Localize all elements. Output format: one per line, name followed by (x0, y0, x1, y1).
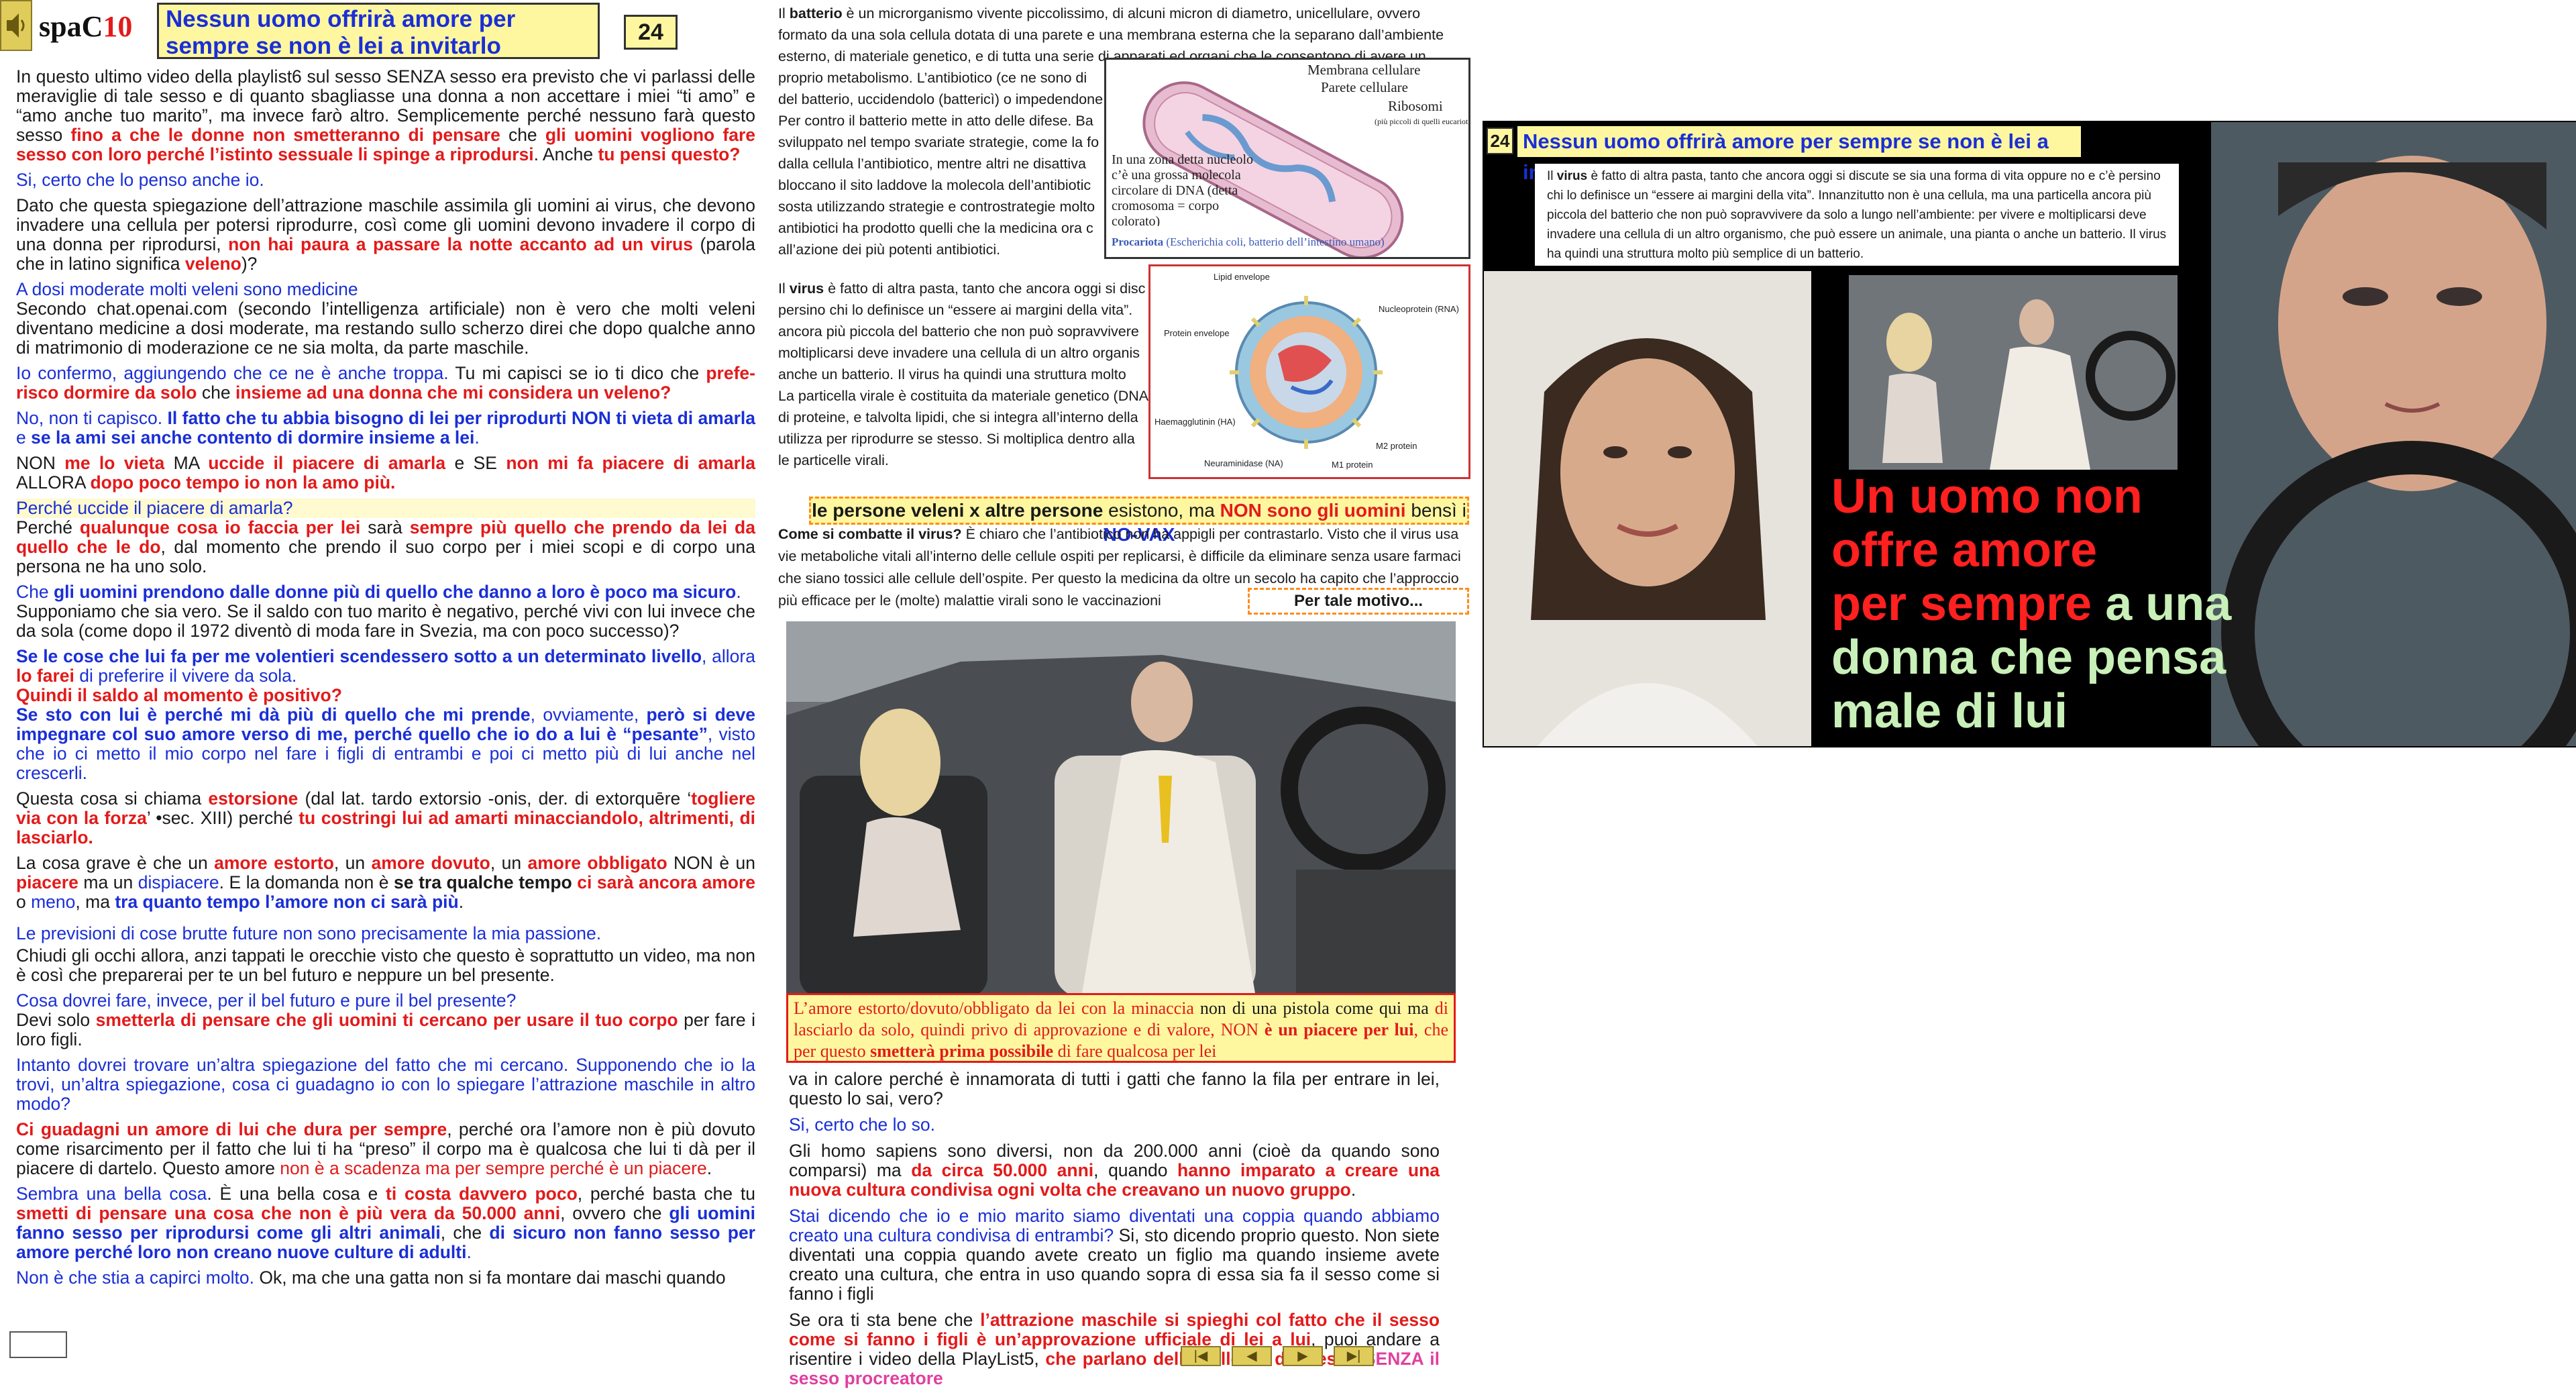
thumbnail-title: Nessun uomo offrirà amore per sempre se … (1517, 126, 2081, 184)
paragraph: Stai dicendo che io e mio marito siamo d… (789, 1206, 1440, 1304)
thumbnail-slogan: Un uomo non offre amore per sempre a una… (1831, 470, 2232, 738)
paragraph: Che gli uomini prendono dalle donne più … (16, 582, 741, 602)
page-title: Nessun uomo offrirà amore per sempre se … (157, 3, 600, 59)
paragraph: Questa cosa si chiama estorsione (dal la… (16, 788, 756, 847)
bacterium-label: Membrana cellulare (1307, 62, 1421, 78)
thumbnail-woman-photo (1484, 271, 1811, 746)
paragraph: Se sto con lui è perché mi dà più di que… (16, 705, 756, 783)
speaker-icon[interactable] (0, 0, 32, 51)
virus-label: Lipid envelope (1214, 272, 1270, 282)
car-scene-image (786, 621, 1456, 997)
paragraph: Non è che stia a capirci molto. Ok, ma c… (16, 1268, 726, 1288)
navigation-bar: |◀ ◀ ▶ ▶| (1181, 1345, 1409, 1367)
paragraph: va in calore perché è innamorata di tutt… (789, 1069, 1440, 1108)
paragraph: Io confermo, aggiungendo che ce ne è anc… (16, 363, 755, 403)
paragraph: Quindi il saldo al momento è positivo? (16, 685, 342, 705)
thumbnail-page-number: 24 (1487, 127, 1513, 154)
bacterium-diagram: Membrana cellulare Parete cellulare Ribo… (1104, 58, 1473, 260)
paragraph: Ci guadagni un amore di lui che dura per… (16, 1119, 755, 1178)
paragraph: Supponiamo che sia vero. Se il saldo con… (16, 601, 755, 641)
paragraph: Se le cose che lui fa per me volentieri … (16, 646, 755, 686)
paragraph: Cosa dovrei fare, invece, per il bel fut… (16, 990, 517, 1011)
paragraph: No, non ti capisco. Il fatto che tu abbi… (16, 408, 756, 448)
tale-motivo-link[interactable]: Per tale motivo... (1248, 588, 1469, 615)
paragraph: Gli homo sapiens sono diversi, non da 20… (789, 1141, 1440, 1200)
virus-label: Neuraminidase (NA) (1204, 458, 1283, 468)
paragraph: A dosi moderate molti veleni sono medici… (16, 279, 358, 299)
image-caption: L’amore estorto/dovuto/obbligato da lei … (786, 993, 1456, 1063)
veleni-banner: le persone veleni x altre persone esisto… (809, 497, 1469, 545)
bacterium-label: In una zona detta nucleolo c’è una gross… (1112, 152, 1254, 226)
paragraph: Intanto dovrei trovare un’altra spiegazi… (16, 1055, 755, 1114)
bacterium-caption: Procariota (1112, 236, 1164, 248)
paragraph: Le previsioni di cose brutte future non … (16, 923, 602, 943)
bacterium-label: Ribosomi (1388, 98, 1443, 114)
first-page-button[interactable]: |◀ (1181, 1346, 1221, 1366)
brand-logo: spaC10 (39, 10, 133, 43)
virus-label: Haemagglutinin (HA) (1155, 417, 1236, 427)
paragraph: In questo ultimo video della playlist6 s… (16, 66, 755, 164)
prev-page-button[interactable]: ◀ (1232, 1346, 1272, 1366)
paragraph: Perché uccide il piacere di amarla? (16, 499, 755, 518)
virus-label: M2 protein (1376, 441, 1417, 451)
virus-diagram: Lipid envelope Nucleoprotein (RNA) Prote… (1148, 264, 1470, 479)
bottom-left-frame (9, 1331, 67, 1358)
paragraph: Sembra una bella cosa. È una bella cosa … (16, 1184, 756, 1262)
virus-label: M1 protein (1332, 460, 1373, 470)
paragraph: NON me lo vieta MA uccide il piacere di … (16, 453, 756, 493)
page-number: 24 (624, 15, 678, 50)
paragraph: La cosa grave è che un amore estorto, un… (16, 853, 755, 912)
thumbnail-text: Il virus è fatto di altra pasta, tanto c… (1535, 164, 2179, 266)
bacterium-label: (più piccoli di quelli eucarioti) (1375, 117, 1468, 126)
paragraph: Perché qualunque cosa io faccia per lei … (16, 517, 755, 576)
next-page-button[interactable]: ▶ (1283, 1346, 1323, 1366)
paragraph: Dato che questa spiegazione dell’attrazi… (16, 195, 755, 274)
thumbnail-car-photo (1849, 275, 2178, 470)
paragraph: Devi solo smetterla di pensare che gli u… (16, 1010, 755, 1049)
virus-label: Nucleoprotein (RNA) (1379, 304, 1459, 314)
paragraph: Secondo chat.openai.com (secondo l’intel… (16, 299, 755, 358)
paragraph: Si, certo che lo so. (789, 1115, 935, 1135)
paragraph: Chiudi gli occhi allora, anzi tappati le… (16, 945, 755, 985)
last-page-button[interactable]: ▶| (1334, 1346, 1374, 1366)
bacterium-label: Parete cellulare (1321, 79, 1408, 95)
left-column: In questo ultimo video della playlist6 s… (16, 67, 755, 1294)
paragraph: Si, certo che lo penso anche io. (16, 170, 264, 190)
virus-label: Protein envelope (1164, 328, 1230, 338)
